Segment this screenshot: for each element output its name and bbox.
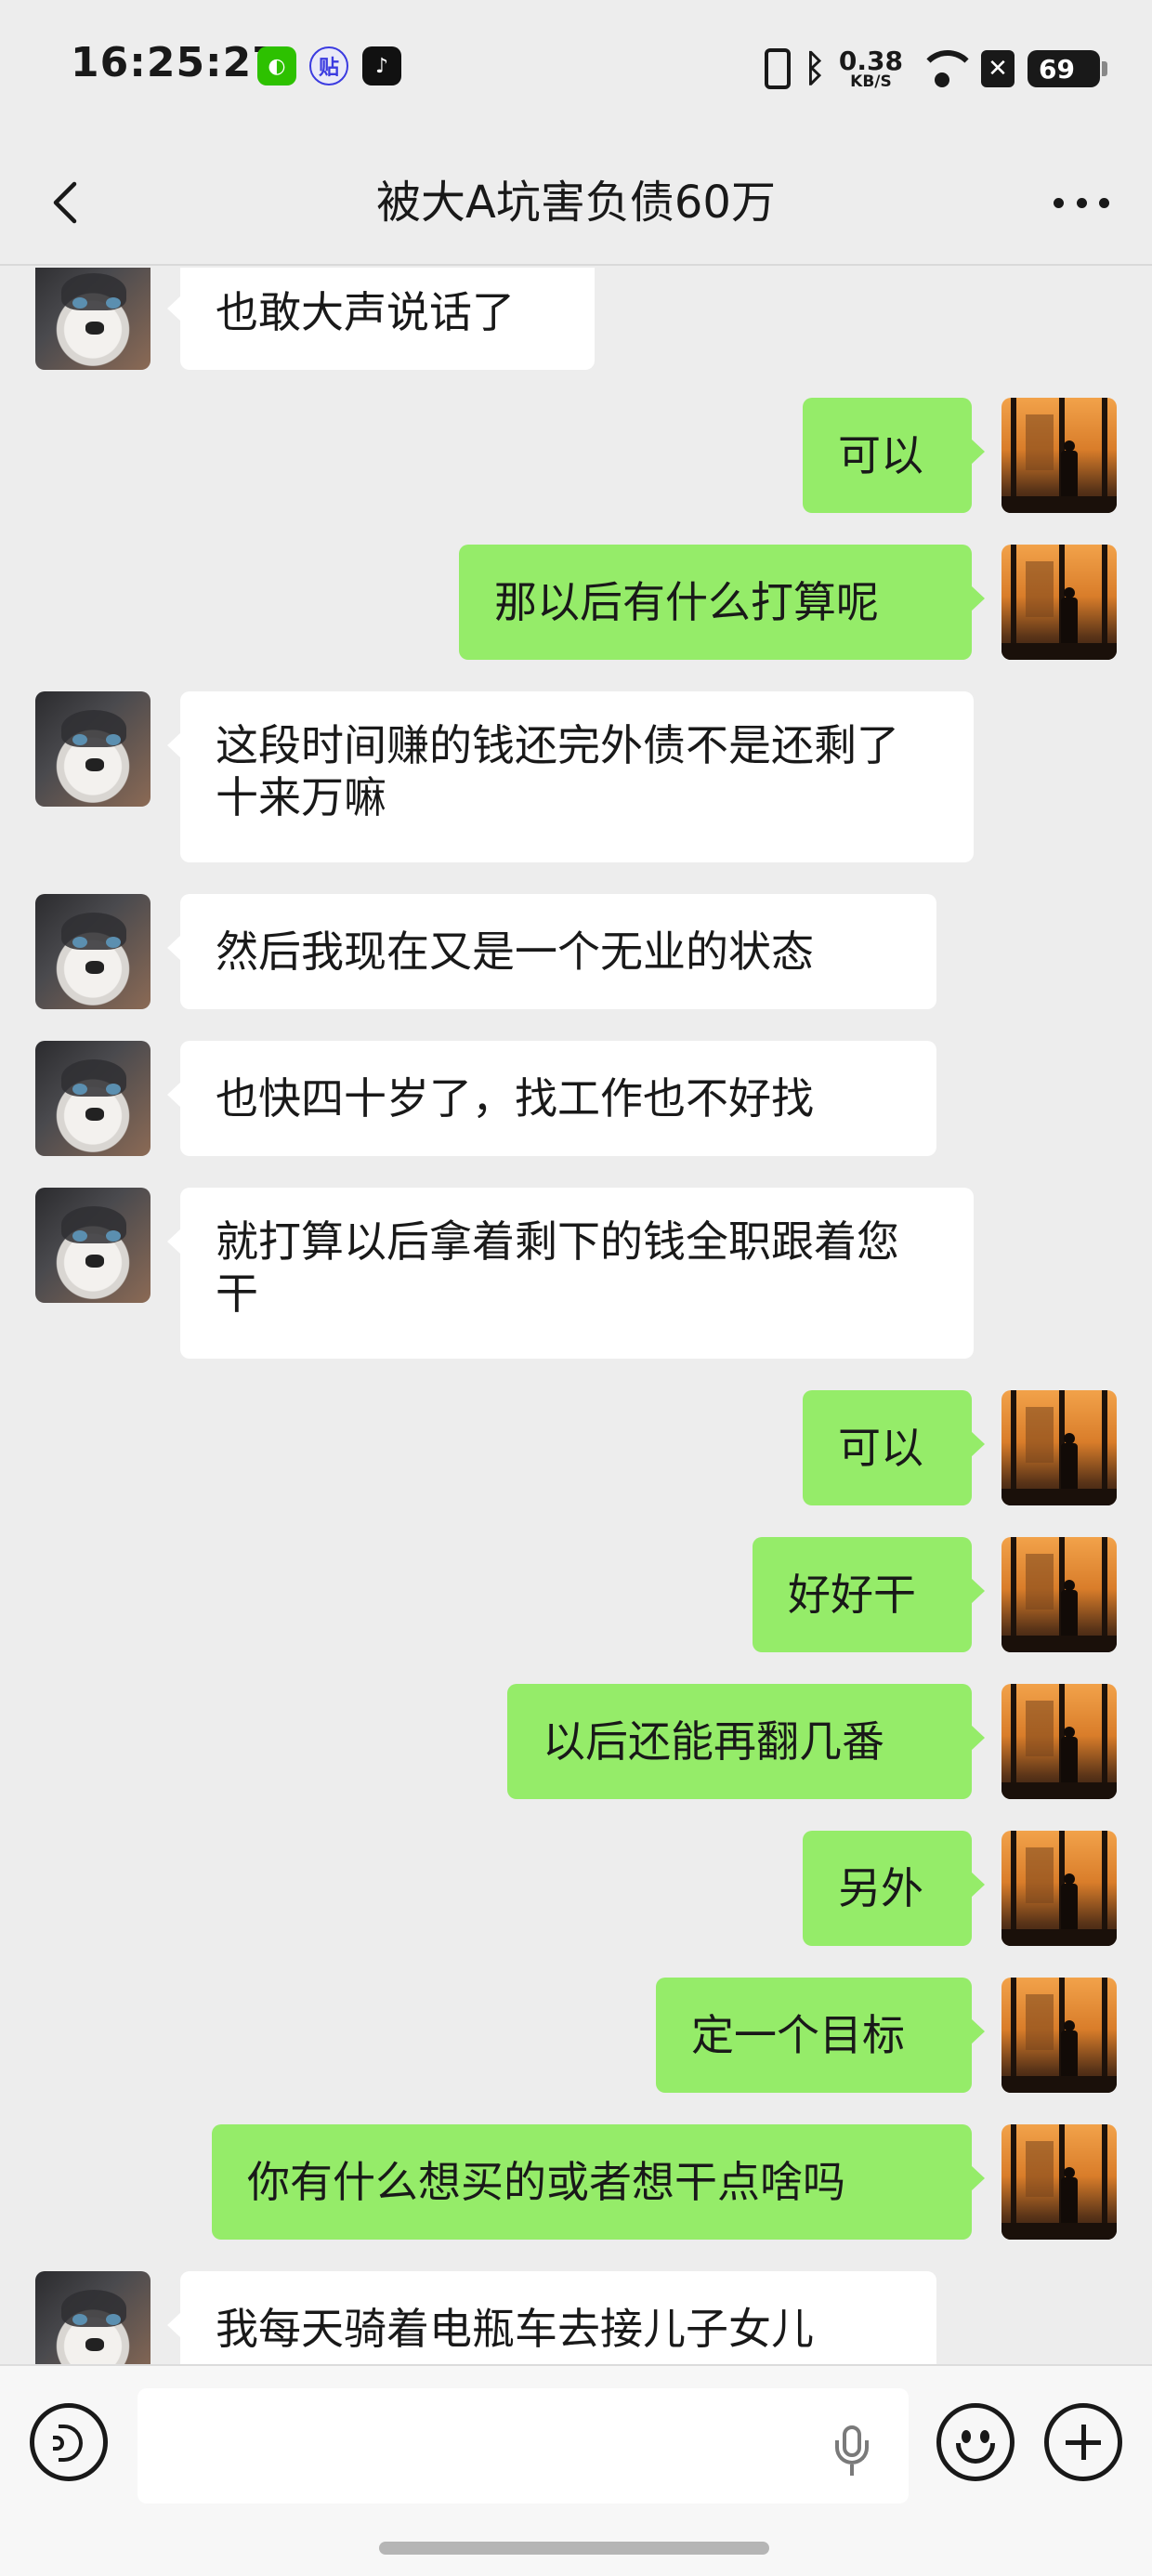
- emoji-button[interactable]: [936, 2403, 1015, 2481]
- received-message[interactable]: 也快四十岁了，找工作也不好找: [167, 1041, 936, 1156]
- user-avatar[interactable]: [1001, 1831, 1117, 1946]
- message-input[interactable]: [137, 2388, 909, 2504]
- contact-avatar[interactable]: [35, 2271, 151, 2364]
- status-time: 16:25:27: [71, 39, 281, 86]
- more-dots-icon[interactable]: [1048, 177, 1115, 229]
- contact-avatar[interactable]: [35, 268, 151, 370]
- received-message[interactable]: 这段时间赚的钱还完外债不是还剩了十来万嘛: [167, 691, 974, 862]
- received-message[interactable]: 我每天骑着电瓶车去接儿子女儿: [167, 2271, 936, 2364]
- user-avatar[interactable]: [1001, 1684, 1117, 1799]
- sent-message[interactable]: 定一个目标: [656, 1978, 985, 2093]
- received-message[interactable]: 也敢大声说话了: [167, 268, 595, 370]
- bluetooth-icon: ᛒ: [803, 47, 826, 90]
- close-box-icon: ✕: [981, 50, 1015, 87]
- home-indicator[interactable]: [379, 2542, 769, 2555]
- battery-icon: 69: [1028, 50, 1107, 87]
- status-bar: 16:25:27 ◐ 贴 ♪ ᛒ 0.38 KB/S ✕ 69: [0, 0, 1152, 139]
- user-avatar[interactable]: [1001, 1390, 1117, 1505]
- network-speed-unit: KB/S: [850, 72, 892, 91]
- received-message[interactable]: 就打算以后拿着剩下的钱全职跟着您干: [167, 1188, 974, 1359]
- network-speed: 0.38 KB/S: [838, 45, 903, 91]
- chat-header: 被大A坑害负债60万: [0, 139, 1152, 266]
- tieba-notification-icon: 贴: [309, 46, 348, 85]
- sent-message[interactable]: 可以: [803, 398, 985, 513]
- message-list[interactable]: 也敢大声说话了 可以 那以后有什么打算呢 这段时间赚的钱还完外债不是还剩了十来万…: [0, 268, 1152, 2364]
- contact-avatar[interactable]: [35, 1188, 151, 1303]
- contact-avatar[interactable]: [35, 691, 151, 807]
- network-speed-value: 0.38: [838, 45, 903, 76]
- sent-message[interactable]: 好好干: [753, 1537, 985, 1652]
- sent-message[interactable]: 另外: [803, 1831, 985, 1946]
- sent-message[interactable]: 可以: [803, 1390, 985, 1505]
- vibrate-icon: [764, 48, 791, 89]
- voice-mode-button[interactable]: [30, 2403, 108, 2481]
- sent-message[interactable]: 那以后有什么打算呢: [459, 545, 985, 660]
- microphone-icon[interactable]: [831, 2425, 872, 2477]
- more-actions-button[interactable]: [1044, 2403, 1122, 2481]
- system-icons: ᛒ 0.38 KB/S ✕ 69: [764, 43, 1107, 95]
- contact-avatar[interactable]: [35, 1041, 151, 1156]
- sent-message[interactable]: 你有什么想买的或者想干点啥吗: [212, 2124, 985, 2240]
- user-avatar[interactable]: [1001, 2124, 1117, 2240]
- contact-avatar[interactable]: [35, 894, 151, 1009]
- user-avatar[interactable]: [1001, 398, 1117, 513]
- tiktok-notification-icon: ♪: [362, 46, 401, 85]
- user-avatar[interactable]: [1001, 1978, 1117, 2093]
- sent-message[interactable]: 以后还能再翻几番: [507, 1684, 985, 1799]
- chat-title: 被大A坑害负债60万: [376, 177, 776, 229]
- user-avatar[interactable]: [1001, 545, 1117, 660]
- wifi-icon: [916, 48, 977, 89]
- received-message[interactable]: 然后我现在又是一个无业的状态: [167, 894, 936, 1009]
- wechat-notification-icon: ◐: [257, 46, 296, 85]
- user-avatar[interactable]: [1001, 1537, 1117, 1652]
